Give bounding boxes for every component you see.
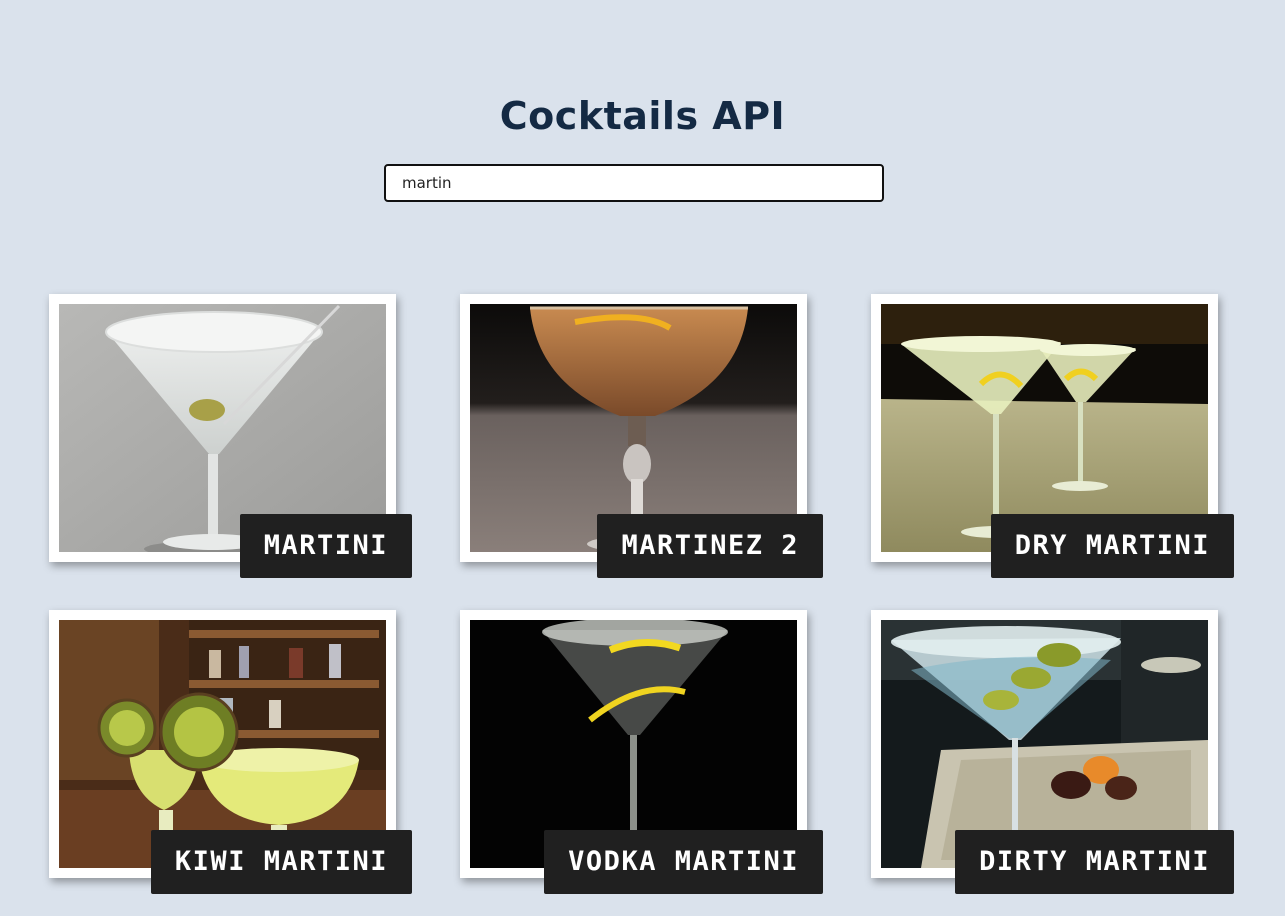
cocktail-card[interactable]: VODKA MARTINI [460, 610, 823, 894]
cocktail-name: MARTINI [239, 514, 412, 578]
cocktail-card[interactable]: DIRTY MARTINI [871, 610, 1234, 894]
cocktail-name: MARTINEZ 2 [597, 514, 823, 578]
cocktail-card[interactable]: DRY MARTINI [871, 294, 1234, 578]
cocktail-card[interactable]: MARTINEZ 2 [460, 294, 823, 578]
cocktail-name: DRY MARTINI [990, 514, 1234, 578]
page-title: Cocktails API [499, 94, 786, 138]
cocktail-card[interactable]: KIWI MARTINI [49, 610, 412, 894]
cocktail-name: VODKA MARTINI [544, 830, 823, 894]
cocktail-name: KIWI MARTINI [150, 830, 412, 894]
cocktail-card[interactable]: MARTINI [49, 294, 412, 578]
cocktail-name: DIRTY MARTINI [955, 830, 1234, 894]
search-input[interactable] [384, 164, 884, 202]
